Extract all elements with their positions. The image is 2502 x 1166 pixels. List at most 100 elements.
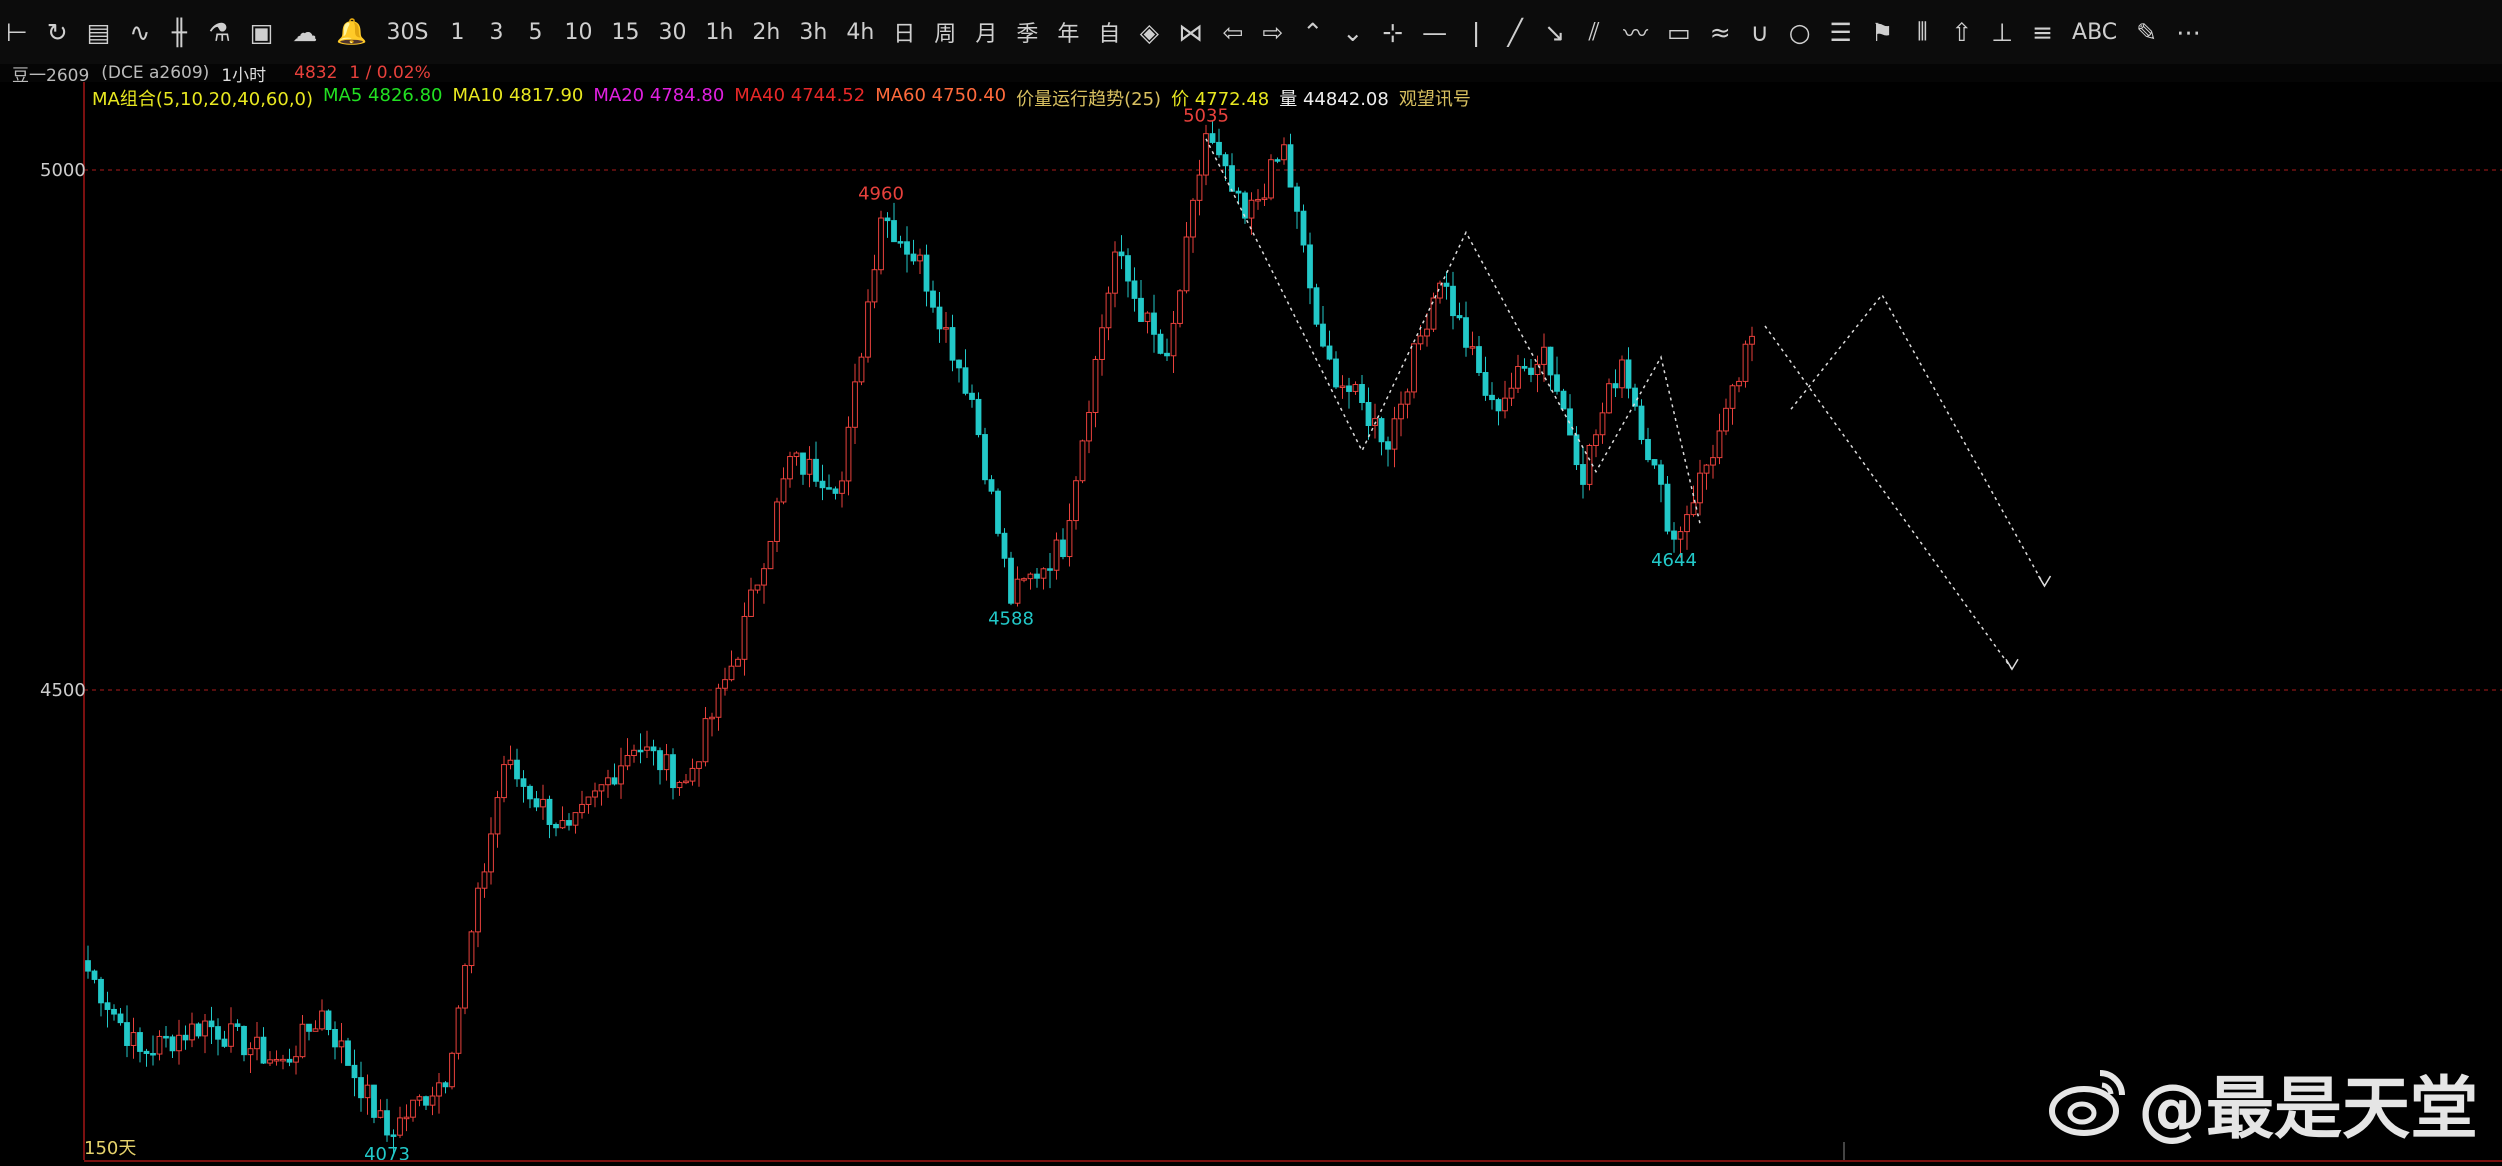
abc-text-icon[interactable]: ABC xyxy=(2066,8,2123,56)
zoom-in-icon[interactable]: ⌃ xyxy=(1296,8,1329,56)
period-30s[interactable]: 30S xyxy=(381,8,435,56)
arrow-right-icon[interactable]: ⇨ xyxy=(1256,8,1289,56)
swing-label-4588: 4588 xyxy=(988,608,1034,629)
period-1[interactable]: 1 xyxy=(441,8,473,56)
candle xyxy=(1164,338,1170,361)
candle xyxy=(163,1026,169,1048)
candle xyxy=(1742,340,1749,388)
candle xyxy=(1716,413,1723,465)
circle-icon[interactable]: ○ xyxy=(1783,8,1817,56)
channel-icon[interactable]: ⫽ xyxy=(1578,8,1610,56)
line-chart-icon[interactable]: ∿ xyxy=(123,8,156,56)
period-10[interactable]: 10 xyxy=(558,8,598,56)
cloud-sync-icon[interactable]: ☁ xyxy=(286,8,323,56)
candle xyxy=(1014,566,1021,607)
bars-icon[interactable]: ⦀ xyxy=(1906,8,1938,56)
fib-icon[interactable]: ☰ xyxy=(1824,8,1858,56)
candle xyxy=(299,1015,306,1059)
table-icon[interactable]: ▤ xyxy=(81,8,117,56)
period-week[interactable]: 周 xyxy=(928,8,962,56)
layout-icon[interactable]: ▣ xyxy=(244,8,280,56)
candle xyxy=(891,202,897,243)
candle xyxy=(1619,355,1625,398)
candle xyxy=(241,1025,247,1062)
last-price: 4832 xyxy=(294,63,338,83)
period-3h[interactable]: 3h xyxy=(793,8,833,56)
candle xyxy=(676,780,683,796)
candle xyxy=(1508,372,1515,407)
zigzag-icon[interactable]: ≈ xyxy=(1704,8,1737,56)
candle xyxy=(1092,355,1099,428)
arc-icon[interactable]: ∪ xyxy=(1744,8,1776,56)
period-day[interactable]: 日 xyxy=(887,8,921,56)
indicator-icon[interactable]: ⚗ xyxy=(202,8,236,56)
arrow-left-icon[interactable]: ⇦ xyxy=(1216,8,1249,56)
period-30[interactable]: 30 xyxy=(652,8,692,56)
candle xyxy=(735,656,741,667)
period-3[interactable]: 3 xyxy=(480,8,512,56)
candle xyxy=(553,822,559,837)
period-year[interactable]: 年 xyxy=(1051,8,1085,56)
collapse-icon[interactable]: ⊢ xyxy=(0,8,34,56)
measure-icon[interactable]: ⊥ xyxy=(1985,8,2019,56)
candle xyxy=(813,441,819,487)
period-4h[interactable]: 4h xyxy=(840,8,880,56)
candle xyxy=(1658,459,1664,503)
candle xyxy=(124,1005,130,1058)
candle xyxy=(156,1030,163,1061)
candle xyxy=(1476,336,1482,376)
candle xyxy=(670,748,676,800)
candle xyxy=(1515,354,1521,393)
ma-group-label[interactable]: MA组合(5,10,20,40,60,0) xyxy=(92,85,313,111)
cursor-icon[interactable]: ⊹ xyxy=(1376,8,1409,56)
compress-icon[interactable]: ◈ xyxy=(1133,8,1165,56)
candle xyxy=(722,667,728,696)
candle xyxy=(85,945,91,979)
candle xyxy=(1456,302,1463,321)
candle xyxy=(605,769,611,798)
zoom-out-icon[interactable]: ⌄ xyxy=(1336,8,1369,56)
expand-icon[interactable]: ⋈ xyxy=(1172,8,1209,56)
candle xyxy=(702,706,709,767)
candle xyxy=(884,212,891,238)
candle xyxy=(429,1086,436,1116)
candle xyxy=(1073,476,1079,530)
candle xyxy=(1664,475,1671,535)
candle xyxy=(306,1023,312,1041)
candle xyxy=(956,359,962,383)
up-arrow-icon[interactable]: ⇧ xyxy=(1945,8,1978,56)
period-2h[interactable]: 2h xyxy=(746,8,786,56)
candle xyxy=(1651,459,1658,469)
wave-icon[interactable]: 〰 xyxy=(1617,8,1654,56)
candle xyxy=(1313,283,1320,327)
hline-icon[interactable]: — xyxy=(1416,8,1453,56)
rectangle-icon[interactable]: ▭ xyxy=(1661,8,1697,56)
text-lines-icon[interactable]: ≡ xyxy=(2026,8,2059,56)
ray-icon[interactable]: ↘ xyxy=(1538,8,1571,56)
period-month[interactable]: 月 xyxy=(969,8,1003,56)
candle xyxy=(1541,333,1547,382)
period-custom[interactable]: 自 xyxy=(1092,8,1126,56)
period-season[interactable]: 季 xyxy=(1010,8,1044,56)
candle xyxy=(1190,198,1196,253)
candle xyxy=(137,1027,143,1063)
period-5[interactable]: 5 xyxy=(519,8,551,56)
refresh-icon[interactable]: ↻ xyxy=(41,8,74,56)
candle xyxy=(598,784,605,806)
candle xyxy=(273,1050,280,1066)
candle xyxy=(1170,310,1177,373)
period-15[interactable]: 15 xyxy=(605,8,645,56)
candle xyxy=(377,1099,384,1119)
candle xyxy=(865,289,871,363)
candlestick-chart[interactable]: 5000450040734960458850354644 xyxy=(0,82,2502,1166)
trend-drawing-1 xyxy=(1764,325,2013,670)
alarm-bell-icon[interactable]: 🔔 xyxy=(330,8,373,56)
period-1h[interactable]: 1h xyxy=(699,8,739,56)
y-tick-label-4500: 4500 xyxy=(40,680,86,701)
segment-icon[interactable]: ╱ xyxy=(1499,8,1531,56)
more-icon[interactable]: ⋯ xyxy=(2170,8,2207,56)
eraser-icon[interactable]: ✎ xyxy=(2130,8,2163,56)
vline-icon[interactable]: | xyxy=(1460,8,1492,56)
candlestick-icon[interactable]: ╫ xyxy=(163,8,195,56)
flag-icon[interactable]: ⚑ xyxy=(1865,8,1899,56)
